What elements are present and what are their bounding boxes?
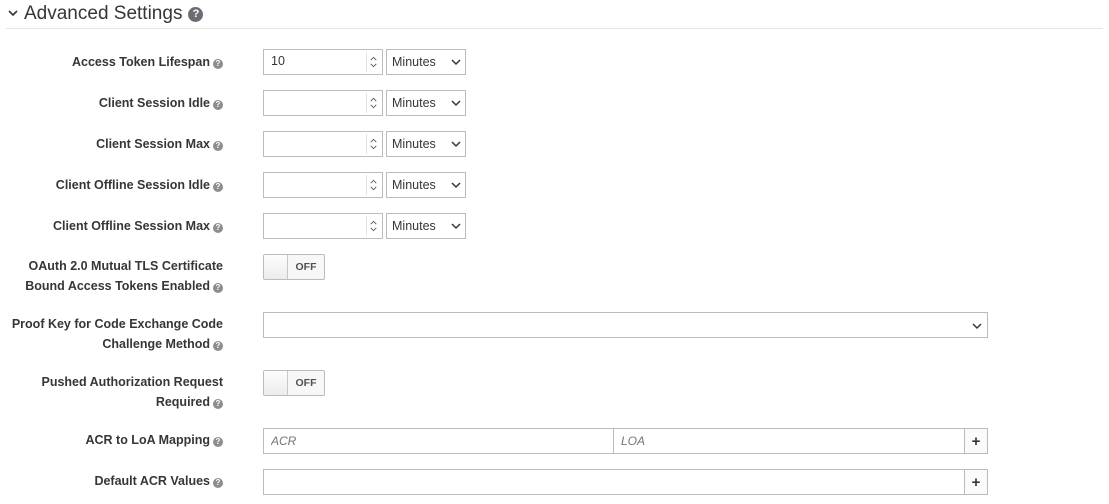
client-offline-session-idle-label: Client Offline Session Idle? (8, 175, 223, 195)
client-offline-session-idle-unit-select[interactable]: Minutes (386, 172, 466, 198)
access-token-lifespan-unit-select[interactable]: Minutes (386, 49, 466, 75)
help-icon[interactable]: ? (213, 223, 223, 233)
question-circle-icon[interactable]: ? (188, 6, 204, 22)
help-icon[interactable]: ? (213, 283, 223, 293)
access-token-lifespan-label: Access Token Lifespan? (8, 52, 223, 72)
chevron-down-icon (451, 182, 461, 189)
advanced-settings-header[interactable]: Advanced Settings ? (6, 0, 1103, 29)
access-token-lifespan-input[interactable]: 10 (263, 49, 383, 75)
mtls-bound-tokens-toggle[interactable]: OFF (263, 254, 325, 280)
client-session-max-row: Client Session Max? Minutes (0, 131, 1109, 157)
client-session-idle-input[interactable] (263, 90, 383, 116)
spinner-arrows-icon[interactable] (366, 175, 380, 195)
help-icon[interactable]: ? (213, 100, 223, 110)
acr-loa-mapping-row: ACR to LoA Mapping? + (0, 428, 1109, 454)
mtls-bound-tokens-label: OAuth 2.0 Mutual TLS Certificate Bound A… (25, 259, 223, 293)
client-session-idle-label: Client Session Idle? (8, 93, 223, 113)
client-offline-session-idle-input[interactable] (263, 172, 383, 198)
pkce-method-label: Proof Key for Code Exchange Code Challen… (11, 317, 223, 351)
help-icon[interactable]: ? (213, 478, 223, 488)
client-session-max-label: Client Session Max? (8, 134, 223, 154)
client-offline-session-max-input[interactable] (263, 213, 383, 239)
default-acr-value-input[interactable] (264, 470, 965, 494)
acr-loa-mapping-label: ACR to LoA Mapping? (8, 430, 223, 450)
spinner-arrows-icon[interactable] (366, 52, 380, 72)
toggle-knob (264, 371, 288, 395)
toggle-knob (264, 255, 288, 279)
add-acr-value-button[interactable]: + (965, 470, 987, 494)
help-icon[interactable]: ? (213, 341, 223, 351)
add-mapping-button[interactable]: + (965, 429, 987, 453)
client-session-idle-unit-select[interactable]: Minutes (386, 90, 466, 116)
chevron-down-icon (972, 323, 982, 330)
mtls-bound-tokens-row: OAuth 2.0 Mutual TLS Certificate Bound A… (0, 254, 1109, 296)
default-acr-values-row: Default ACR Values? + (0, 469, 1109, 495)
chevron-down-icon (451, 141, 461, 148)
par-required-toggle[interactable]: OFF (263, 370, 325, 396)
client-session-max-unit-select[interactable]: Minutes (386, 131, 466, 157)
loa-value-input[interactable] (614, 429, 965, 453)
default-acr-values-inputs: + (263, 469, 988, 495)
section-title: Advanced Settings (24, 3, 183, 24)
acr-loa-mapping-inputs: + (263, 428, 988, 454)
client-offline-session-max-unit-select[interactable]: Minutes (386, 213, 466, 239)
default-acr-values-label: Default ACR Values? (8, 471, 223, 491)
help-icon[interactable]: ? (213, 437, 223, 447)
help-icon[interactable]: ? (213, 399, 223, 409)
access-token-lifespan-row: Access Token Lifespan? 10 Minutes (0, 49, 1109, 75)
help-icon[interactable]: ? (213, 59, 223, 69)
par-required-row: Pushed Authorization Request Required? O… (0, 370, 1109, 412)
help-icon[interactable]: ? (213, 141, 223, 151)
client-offline-session-idle-row: Client Offline Session Idle? Minutes (0, 172, 1109, 198)
client-session-max-input[interactable] (263, 131, 383, 157)
par-required-label: Pushed Authorization Request Required? (41, 375, 223, 409)
chevron-down-icon (451, 59, 461, 66)
pkce-method-row: Proof Key for Code Exchange Code Challen… (0, 312, 1109, 354)
client-offline-session-max-label: Client Offline Session Max? (8, 216, 223, 236)
spinner-arrows-icon[interactable] (366, 93, 380, 113)
pkce-method-select[interactable] (263, 312, 988, 338)
chevron-down-icon (451, 100, 461, 107)
chevron-down-icon (451, 223, 461, 230)
client-offline-session-max-row: Client Offline Session Max? Minutes (0, 213, 1109, 239)
spinner-arrows-icon[interactable] (366, 216, 380, 236)
chevron-down-icon[interactable] (6, 6, 20, 20)
client-session-idle-row: Client Session Idle? Minutes (0, 90, 1109, 116)
spinner-arrows-icon[interactable] (366, 134, 380, 154)
acr-key-input[interactable] (264, 429, 614, 453)
help-icon[interactable]: ? (213, 182, 223, 192)
